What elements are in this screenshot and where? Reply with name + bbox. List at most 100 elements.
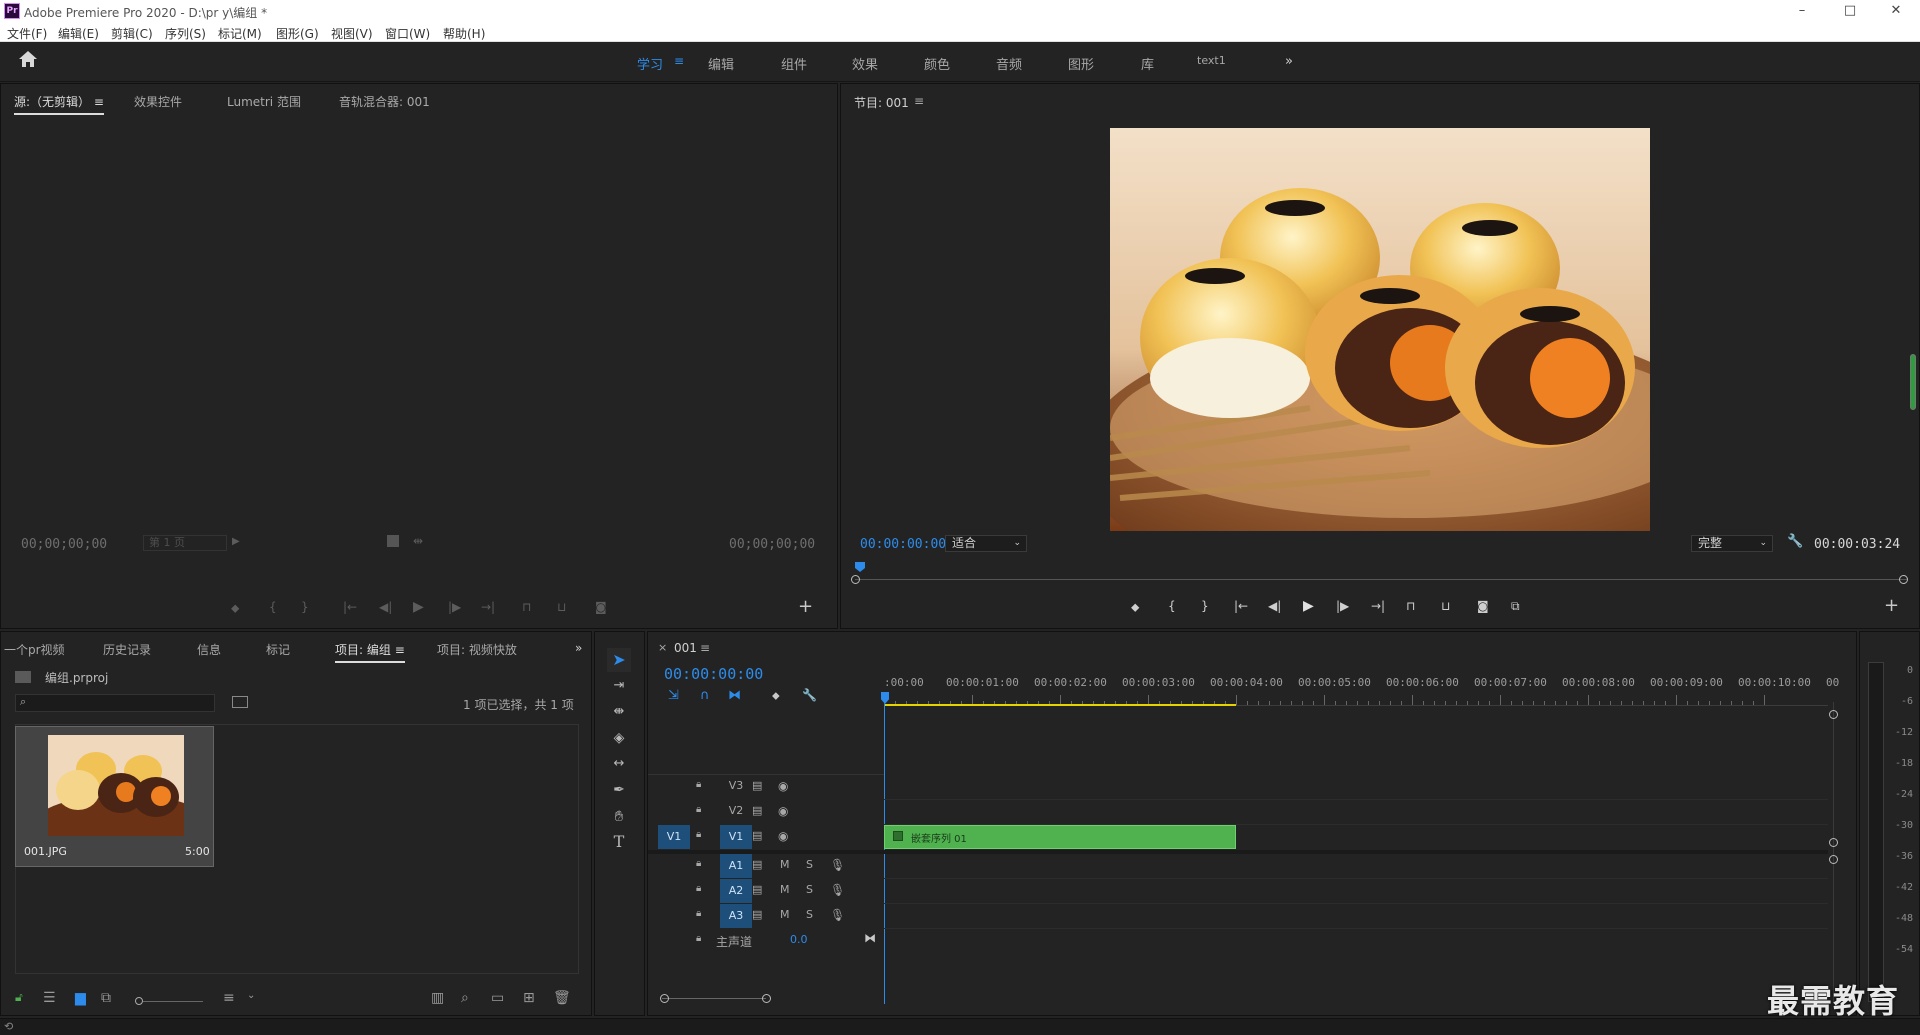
timeline-zoom-bar[interactable] — [662, 998, 766, 999]
new-search-bin-icon[interactable] — [232, 696, 248, 708]
program-playhead-icon[interactable] — [855, 562, 865, 572]
workspace-color[interactable]: 颜色 — [924, 54, 950, 73]
hand-tool-icon[interactable]: ✋︎ — [607, 804, 631, 828]
wrench-icon[interactable]: 🔧 — [1787, 534, 1803, 549]
lock-icon[interactable]: 🔒︎ — [696, 829, 701, 840]
film-sync-icon[interactable]: ▤ — [752, 883, 762, 896]
timeline-zoom-handle-right[interactable] — [762, 994, 771, 1003]
sequence-tab[interactable]: 001 — [674, 641, 697, 655]
tab-source[interactable]: 源:（无剪辑） ≡ — [14, 93, 104, 115]
home-icon[interactable] — [16, 50, 40, 74]
solo-button[interactable]: S — [806, 858, 813, 871]
timeline-settings-wrench-icon[interactable]: 🔧 — [802, 688, 817, 702]
program-scroll-indicator[interactable] — [1910, 354, 1916, 410]
project-tabs-overflow-icon[interactable]: » — [575, 641, 582, 655]
automate-to-sequence-icon[interactable]: ▥ — [431, 990, 444, 1006]
program-mark-in-icon[interactable]: { — [1168, 599, 1176, 613]
nested-sequence-clip[interactable]: 嵌套序列 01 — [884, 825, 1236, 849]
track-name-a3[interactable]: A3 — [720, 904, 752, 928]
mute-button[interactable]: M — [780, 858, 790, 871]
workspace-editing[interactable]: 编辑 — [708, 54, 734, 73]
list-view-icon[interactable]: ☰ — [43, 990, 56, 1006]
eye-icon[interactable]: ◉ — [778, 804, 788, 818]
program-go-to-in-icon[interactable]: |← — [1234, 599, 1248, 613]
tab-project-bianzu[interactable]: 项目: 编组 ≡ — [335, 641, 405, 663]
workspace-graphics[interactable]: 图形 — [1068, 54, 1094, 73]
source-mark-out-icon[interactable]: } — [301, 600, 309, 614]
program-zoom-select[interactable]: 适合 ⌄ — [945, 535, 1027, 552]
snap-magnet-icon[interactable]: ∩ — [700, 688, 710, 703]
nest-toggle-icon[interactable]: ⇲ — [668, 688, 679, 703]
program-lift-icon[interactable]: ⊓ — [1406, 599, 1415, 613]
program-mark-out-icon[interactable]: } — [1201, 599, 1209, 613]
project-search-input[interactable]: ⌕ — [15, 694, 215, 712]
program-time-ruler[interactable] — [855, 562, 1907, 580]
tab-lumetri-scopes[interactable]: Lumetri 范围 — [227, 93, 301, 110]
minimize-button[interactable]: – — [1792, 2, 1812, 20]
menu-edit[interactable]: 编辑(E) — [58, 25, 99, 42]
microphone-icon[interactable]: 🎙︎ — [830, 908, 845, 922]
tab-project-menu-icon[interactable]: ≡ — [395, 643, 405, 657]
workspace-libraries[interactable]: 库 — [1141, 54, 1154, 73]
slip-tool-icon[interactable]: ↔ — [607, 752, 631, 776]
source-add-marker-icon[interactable]: ⬥ — [231, 601, 239, 616]
program-menu-icon[interactable]: ≡ — [914, 94, 924, 108]
program-add-marker-icon[interactable]: ⬥ — [1131, 600, 1139, 615]
program-export-frame-icon[interactable]: ◙ — [1477, 599, 1489, 613]
linked-selection-icon[interactable]: ⧓ — [728, 688, 741, 703]
workspace-audio[interactable]: 音频 — [996, 54, 1022, 73]
menu-markers[interactable]: 标记(M) — [218, 25, 262, 42]
film-sync-icon[interactable]: ▤ — [752, 858, 762, 871]
selection-tool-icon[interactable]: ➤ — [607, 648, 631, 672]
menu-view[interactable]: 视图(V) — [331, 25, 373, 42]
source-step-back-icon[interactable]: ◀| — [379, 600, 392, 614]
timeline-timecode[interactable]: 00:00:00:00 — [664, 665, 763, 683]
chevron-down-icon[interactable]: ⌄ — [247, 990, 255, 1001]
tab-effect-controls[interactable]: 效果控件 — [134, 93, 182, 110]
source-page-next-icon[interactable]: ▶ — [232, 536, 240, 547]
source-export-frame-icon[interactable]: ◙ — [595, 600, 607, 614]
workspace-assembly[interactable]: 组件 — [781, 54, 807, 73]
close-window-button[interactable]: ✕ — [1886, 2, 1906, 20]
track-name-v3[interactable]: V3 — [720, 779, 752, 792]
lock-icon[interactable]: 🔒︎ — [696, 858, 701, 869]
lock-icon[interactable]: 🔓︎ — [15, 990, 23, 1005]
source-add-button-icon[interactable]: + — [798, 596, 813, 617]
timeline-vertical-scrollbar[interactable] — [1833, 702, 1834, 1002]
program-compare-icon[interactable]: ⧉ — [1511, 599, 1520, 614]
tab-history[interactable]: 历史记录 — [103, 641, 151, 658]
program-extract-icon[interactable]: ⊔ — [1441, 599, 1450, 613]
project-item-card[interactable]: 001.JPG 5:00 — [15, 726, 214, 867]
mute-button[interactable]: M — [780, 883, 790, 896]
film-sync-icon[interactable]: ▤ — [752, 908, 762, 921]
zoom-slider-handle[interactable] — [135, 997, 143, 1005]
program-play-icon[interactable]: ▶ — [1303, 598, 1314, 614]
film-sync-icon[interactable]: ▤ — [752, 804, 762, 817]
workspace-menu-icon[interactable]: ≡ — [674, 54, 684, 68]
menu-sequence[interactable]: 序列(S) — [165, 25, 206, 42]
vscroll-handle-top[interactable] — [1829, 710, 1838, 719]
timeline-ruler[interactable]: :00:00 00:00:01:00 00:00:02:00 00:00:03:00 0… — [884, 672, 1839, 706]
workspace-overflow-icon[interactable]: » — [1285, 54, 1293, 69]
eye-icon[interactable]: ◉ — [778, 829, 788, 843]
freeform-view-icon[interactable]: ⧉ — [101, 990, 111, 1006]
new-bin-icon[interactable]: ▭ — [491, 990, 504, 1006]
timeline-zoom-handle-left[interactable] — [660, 994, 669, 1003]
pen-tool-icon[interactable]: ✒ — [607, 778, 631, 802]
track-name-v1[interactable]: V1 — [720, 825, 752, 849]
trash-icon[interactable]: 🗑︎ — [553, 990, 571, 1006]
timeline-close-icon[interactable]: × — [658, 641, 667, 654]
timeline-add-marker-icon[interactable]: ⬥ — [772, 689, 780, 703]
icon-view-icon[interactable]: ▆ — [75, 990, 86, 1006]
program-quality-select[interactable]: 完整 ⌄ — [1691, 535, 1773, 552]
go-to-end-icon[interactable]: ⧓ — [864, 931, 876, 945]
tab-project-speed[interactable]: 项目: 视频快放 — [437, 641, 517, 658]
menu-help[interactable]: 帮助(H) — [443, 25, 485, 42]
lock-icon[interactable]: 🔒︎ — [696, 933, 701, 944]
lock-icon[interactable]: 🔒︎ — [696, 883, 701, 894]
find-icon[interactable]: ⌕ — [461, 990, 469, 1006]
source-step-forward-icon[interactable]: |▶ — [448, 600, 461, 614]
film-sync-icon[interactable]: ▤ — [752, 779, 762, 792]
track-name-a1[interactable]: A1 — [720, 854, 752, 878]
maximize-button[interactable]: □ — [1840, 2, 1860, 20]
